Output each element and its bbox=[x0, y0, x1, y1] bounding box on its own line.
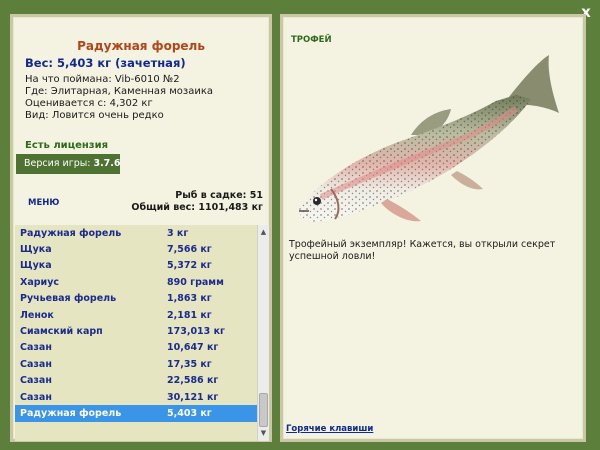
catch-fish-name: Радужная форель bbox=[20, 407, 122, 419]
trophy-panel: ТРОФЕЙ Трофейный экземпляр! Кажется, вы … bbox=[280, 14, 586, 442]
catch-fish-weight: 5,403 кг bbox=[167, 407, 212, 419]
catch-row[interactable]: Ручьевая форель 1,863 кг bbox=[15, 291, 257, 307]
cage-stats: Рыб в садке: 51 Общий вес: 1101,483 кг bbox=[131, 190, 263, 214]
catch-row[interactable]: Радужная форель 3 кг bbox=[15, 225, 257, 241]
catch-fish-name: Щука bbox=[20, 260, 52, 272]
license-status: Есть лицензия bbox=[25, 140, 109, 151]
catch-list-scrollbar[interactable]: ▲ ▼ bbox=[257, 225, 269, 441]
catch-fish-name: Ручьевая форель bbox=[20, 293, 117, 305]
rainbow-trout-image bbox=[299, 55, 559, 222]
trophy-text: Трофейный экземпляр! Кажется, вы открыли… bbox=[289, 239, 556, 262]
catch-row[interactable]: Сиамский карп 173,013 кг bbox=[15, 323, 257, 339]
catch-list[interactable]: Радужная форель 3 кг Щука 7,566 кг Щука 5,372… bbox=[15, 225, 257, 441]
catch-row[interactable]: Щука 7,566 кг bbox=[15, 241, 257, 257]
catch-fish-weight: 1,863 кг bbox=[167, 293, 212, 305]
catch-fish-name: Ленок bbox=[20, 309, 54, 321]
catch-fish-name: Сиамский карп bbox=[20, 326, 103, 338]
fish-weight: Вес: 5,403 кг (зачетная) bbox=[25, 56, 186, 70]
scroll-up-icon[interactable]: ▲ bbox=[258, 227, 269, 238]
valued-from-text: Оценивается с: 4,302 кг bbox=[25, 98, 153, 109]
catch-row[interactable]: Сазан 17,35 кг bbox=[15, 356, 257, 372]
catch-fish-name: Щука bbox=[20, 244, 52, 256]
catch-fish-weight: 5,372 кг bbox=[167, 260, 212, 272]
catch-fish-name: Сазан bbox=[20, 342, 52, 354]
catch-fish-name: Сазан bbox=[20, 391, 52, 403]
caught-on-text: На что поймана: Vib-6010 №2 bbox=[25, 74, 180, 85]
fish-title: Радужная форель bbox=[77, 39, 205, 53]
catch-fish-name: Сазан bbox=[20, 358, 52, 370]
catch-fish-weight: 2,181 кг bbox=[167, 309, 212, 321]
catch-fish-weight: 17,35 кг bbox=[167, 358, 212, 370]
catch-fish-weight: 10,647 кг bbox=[167, 342, 219, 354]
catch-fish-weight: 30,121 кг bbox=[167, 391, 219, 403]
catch-row[interactable]: Сазан 22,586 кг bbox=[15, 373, 257, 389]
catch-fish-weight: 3 кг bbox=[167, 227, 189, 239]
fish-in-cage: Рыб в садке: 51 bbox=[175, 190, 263, 201]
catch-fish-weight: 173,013 кг bbox=[167, 326, 225, 338]
hotkeys-link[interactable]: Горячие клавиши bbox=[286, 424, 373, 434]
catch-fish-name: Сазан bbox=[20, 375, 52, 387]
menu-button[interactable]: МЕНЮ bbox=[28, 198, 59, 208]
catch-row[interactable]: Сазан 30,121 кг bbox=[15, 389, 257, 405]
version-value: 3.7.6 bbox=[93, 158, 121, 169]
catch-row[interactable]: Хариус 890 грамм bbox=[15, 274, 257, 290]
fish-info-panel: Радужная форель Вес: 5,403 кг (зачетная)… bbox=[10, 14, 272, 442]
version-bar: Версия игры: 3.7.6 bbox=[16, 154, 121, 174]
catch-row[interactable]: Ленок 2,181 кг bbox=[15, 307, 257, 323]
scroll-thumb[interactable] bbox=[259, 393, 268, 427]
catch-row[interactable]: Щука 5,372 кг bbox=[15, 258, 257, 274]
catch-fish-weight: 890 грамм bbox=[167, 276, 224, 288]
catch-fish-name: Радужная форель bbox=[20, 227, 122, 239]
catch-fish-weight: 7,566 кг bbox=[167, 244, 212, 256]
version-label: Версия игры: bbox=[24, 158, 91, 169]
location-text: Где: Элитарная, Каменная мозаика bbox=[25, 86, 214, 97]
catch-fish-weight: 22,586 кг bbox=[167, 375, 219, 387]
scroll-down-icon[interactable]: ▼ bbox=[258, 428, 269, 439]
catch-row-selected[interactable]: Радужная форель 5,403 кг bbox=[15, 405, 257, 422]
catch-fish-name: Хариус bbox=[20, 276, 60, 288]
kind-text: Вид: Ловится очень редко bbox=[25, 110, 164, 121]
total-weight: Общий вес: 1101,483 кг bbox=[131, 202, 263, 213]
catch-row[interactable]: Сазан 10,647 кг bbox=[15, 340, 257, 356]
